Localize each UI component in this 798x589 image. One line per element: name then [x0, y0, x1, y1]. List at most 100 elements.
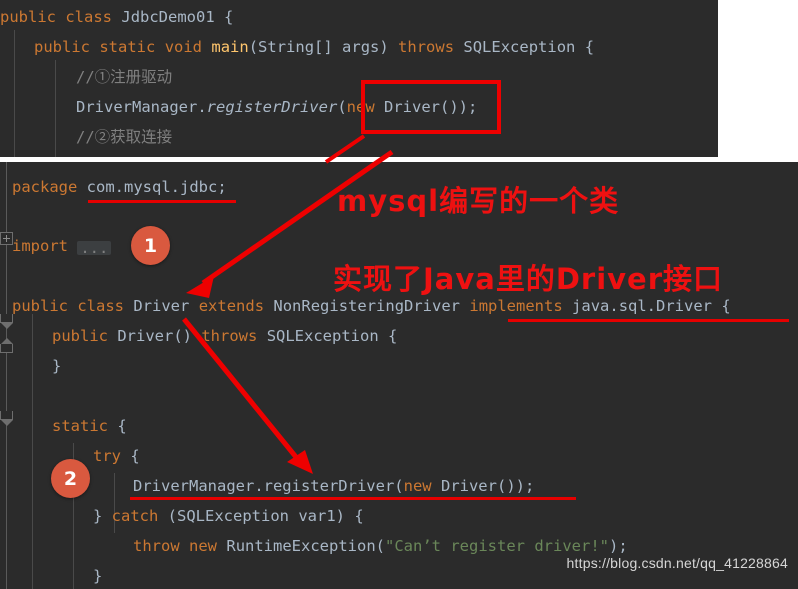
code-token: throws — [201, 327, 258, 345]
code-token: ( — [337, 98, 347, 116]
code-line: public static void main(String[] args) t… — [34, 38, 595, 56]
underline-package — [88, 200, 236, 203]
code-token: } — [52, 357, 62, 375]
code-token: public — [52, 327, 108, 345]
code-token: ( — [248, 38, 259, 56]
code-token: } — [93, 567, 103, 585]
code-token: try — [93, 447, 121, 465]
code-token: ()); — [496, 477, 535, 495]
indent-guide — [32, 314, 33, 589]
code-token: com.mysql.jdbc — [86, 178, 218, 196]
code-line: package com.mysql.jdbc; — [12, 178, 227, 196]
code-token: class — [65, 8, 113, 26]
code-line: public class JdbcDemo01 { — [0, 8, 234, 26]
annotation-note-2: 实现了Java里的Driver接口 — [333, 262, 724, 296]
code-token: "Can’t register driver!" — [385, 537, 609, 555]
code-token: new — [189, 537, 218, 555]
code-token: NonRegisteringDriver — [273, 297, 461, 315]
code-token: ( — [158, 507, 178, 525]
highlight-box-new-driver — [361, 80, 501, 134]
collapsed-import-fold[interactable]: ... — [77, 240, 112, 256]
fold-collapse-arrow-icon[interactable] — [0, 420, 13, 426]
code-token: ; — [217, 178, 227, 196]
code-token: RuntimeException — [226, 537, 376, 555]
indent-guide — [55, 60, 56, 157]
code-token: var1) { — [289, 507, 364, 525]
step-badge-1: 1 — [131, 226, 170, 265]
code-token: class — [77, 297, 125, 315]
fold-collapse-arrow-icon[interactable] — [0, 323, 13, 329]
indent-guide — [14, 30, 15, 157]
underline-implements — [508, 319, 789, 322]
code-token: public — [0, 8, 56, 26]
code-line: public Driver() throws SQLException { — [52, 327, 398, 345]
code-token: java.sql.Driver — [572, 297, 713, 315]
code-token: { — [575, 38, 595, 56]
code-token: Driver — [117, 327, 174, 345]
code-line: } catch (SQLException var1) { — [93, 507, 364, 525]
code-line: import ... — [12, 237, 112, 256]
code-token: { — [214, 8, 234, 26]
code-token: main — [211, 38, 249, 56]
code-token: public — [34, 38, 90, 56]
code-line: //①注册驱动 — [76, 68, 173, 86]
code-token: registerDriver — [206, 98, 338, 116]
fold-region-start-icon[interactable] — [0, 344, 13, 353]
watermark-url: https://blog.csdn.net/qq_41228864 — [566, 555, 788, 571]
code-token: SQLException — [266, 327, 379, 345]
code-token: throw — [133, 537, 180, 555]
code-token: { — [712, 297, 731, 315]
code-token: import — [12, 237, 68, 255]
code-token: DriverManager. — [76, 98, 207, 116]
code-token: [] args) — [314, 38, 399, 56]
code-token: SQLException — [177, 507, 289, 525]
code-line: static { — [52, 417, 127, 435]
underline-register-driver — [130, 497, 576, 500]
code-token: JdbcDemo01 — [121, 8, 215, 26]
code-token: throws — [398, 38, 455, 56]
code-token: SQLException — [463, 38, 576, 56]
code-token: public — [12, 297, 68, 315]
fold-region-start-icon[interactable] — [0, 314, 13, 323]
code-token: ( — [394, 477, 404, 495]
code-token: ); — [608, 537, 628, 555]
code-token: Driver — [133, 297, 190, 315]
code-token: //②获取连接 — [76, 128, 173, 146]
code-token: extends — [198, 297, 265, 315]
code-token: implements — [469, 297, 563, 315]
gutter-rail — [6, 162, 7, 589]
fold-region-start-icon[interactable] — [0, 411, 13, 420]
code-token: catch — [111, 507, 159, 525]
code-token: Driver — [440, 477, 497, 495]
code-token: //①注册驱动 — [76, 68, 173, 86]
annotation-note-1: mysql编写的一个类 — [337, 184, 620, 218]
code-line: throw new RuntimeException("Can’t regist… — [133, 537, 628, 555]
code-line: //②获取连接 — [76, 128, 173, 146]
code-token: { — [121, 447, 140, 465]
screenshot-stage: public class JdbcDemo01 {public static v… — [0, 0, 798, 589]
code-line: } — [93, 567, 103, 585]
code-token: static — [52, 417, 108, 435]
step-badge-2: 2 — [51, 459, 90, 498]
code-token: void — [164, 38, 203, 56]
code-token: { — [378, 327, 398, 345]
code-token: String — [258, 38, 315, 56]
code-line: public class Driver extends NonRegisteri… — [12, 297, 731, 315]
fold-collapse-arrow-icon[interactable] — [0, 338, 13, 344]
code-line: DriverManager.registerDriver(new Driver(… — [133, 477, 535, 495]
